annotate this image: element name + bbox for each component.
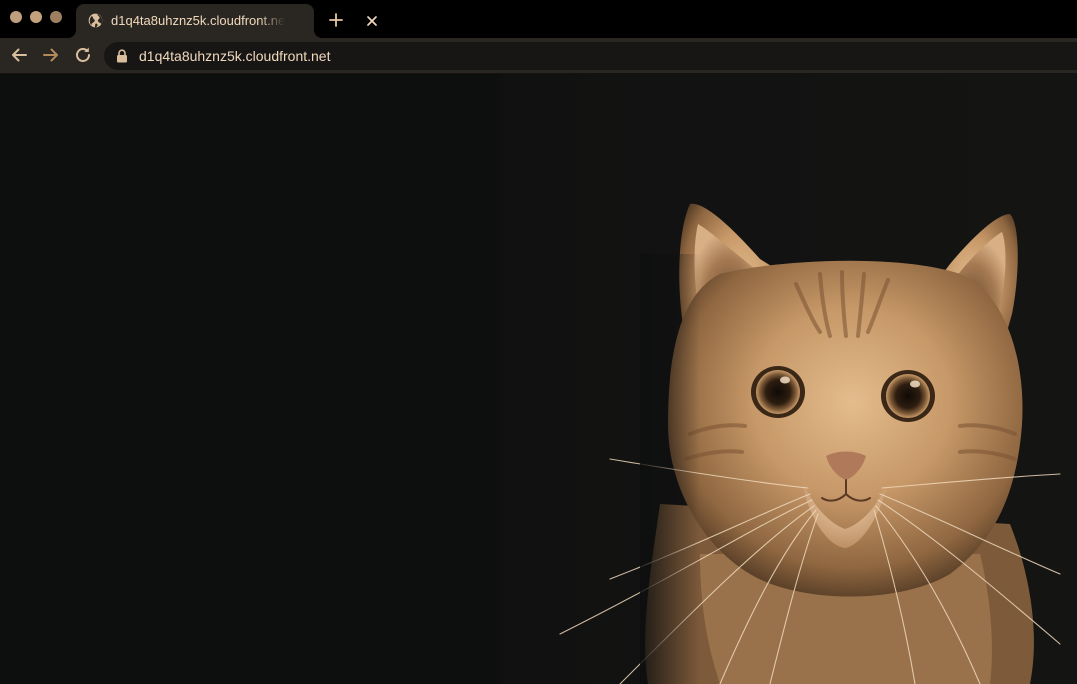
tab-strip: d1q4ta8uhznz5k.cloudfront.net xyxy=(0,0,1077,38)
close-icon[interactable] xyxy=(366,15,378,27)
url-text: d1q4ta8uhznz5k.cloudfront.net xyxy=(139,48,331,64)
arrow-left-icon[interactable] xyxy=(10,46,28,64)
tab-title: d1q4ta8uhznz5k.cloudfront.net xyxy=(111,13,285,28)
browser-tab-active[interactable]: d1q4ta8uhznz5k.cloudfront.net xyxy=(76,4,377,38)
reload-icon[interactable] xyxy=(74,46,92,64)
window-zoom-button[interactable] xyxy=(50,11,62,23)
page-viewport xyxy=(0,74,1077,684)
plus-icon[interactable] xyxy=(328,12,344,28)
cat-photo xyxy=(0,74,1077,684)
browser-toolbar: d1q4ta8uhznz5k.cloudfront.net xyxy=(0,38,1077,74)
window-close-button[interactable] xyxy=(10,11,22,23)
arrow-right-icon[interactable] xyxy=(42,46,60,64)
address-bar[interactable]: d1q4ta8uhznz5k.cloudfront.net xyxy=(104,42,1077,70)
globe-icon xyxy=(88,13,103,28)
window-minimize-button[interactable] xyxy=(30,11,42,23)
lock-icon[interactable] xyxy=(116,49,128,63)
